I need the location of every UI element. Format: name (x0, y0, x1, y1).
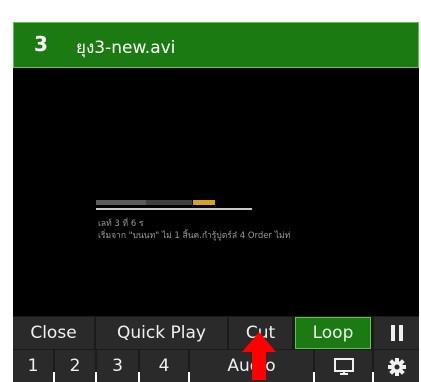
input-filename: ยุง3-new.avi (76, 38, 176, 58)
preview-underline (96, 208, 252, 210)
video-input-panel: 3 ยุง3-new.avi เลท์ 3 ที่ 6 ร เริ่มจาก "… (13, 22, 419, 382)
preview-bar-yellow (193, 200, 215, 205)
controls-row-2: 1 2 3 4 Audio (13, 350, 419, 382)
video-preview[interactable]: เลท์ 3 ที่ 6 ร เริ่มจาก "บนนท" ไม่ 1 สิ้… (13, 68, 419, 316)
overlay-2-button[interactable]: 2 (55, 350, 95, 382)
overlay-4-button[interactable]: 4 (140, 350, 188, 382)
quick-play-button[interactable]: Quick Play (96, 317, 227, 349)
pause-icon (390, 325, 403, 341)
preview-text-line-2: เริ่มจาก "บนนท" ไม่ 1 สิ้นค.กำรู้บู่ตร์ล… (98, 231, 291, 241)
settings-button[interactable] (374, 350, 419, 382)
gear-icon (387, 358, 406, 376)
monitor-icon (333, 358, 354, 375)
preview-bar-grey-1 (96, 200, 146, 205)
preview-bar-grey-2 (146, 200, 192, 205)
loop-button[interactable]: Loop (295, 317, 371, 349)
output-monitor-button[interactable] (315, 350, 372, 382)
input-number: 3 (34, 32, 48, 56)
pause-button[interactable] (374, 317, 419, 349)
controls-row-1: Close Quick Play Cut Loop (13, 317, 419, 349)
overlay-3-button[interactable]: 3 (97, 350, 138, 382)
close-button[interactable]: Close (13, 317, 94, 349)
red-arrow-icon (242, 332, 276, 380)
input-title-bar[interactable]: 3 ยุง3-new.avi (13, 22, 419, 68)
overlay-1-button[interactable]: 1 (13, 350, 53, 382)
